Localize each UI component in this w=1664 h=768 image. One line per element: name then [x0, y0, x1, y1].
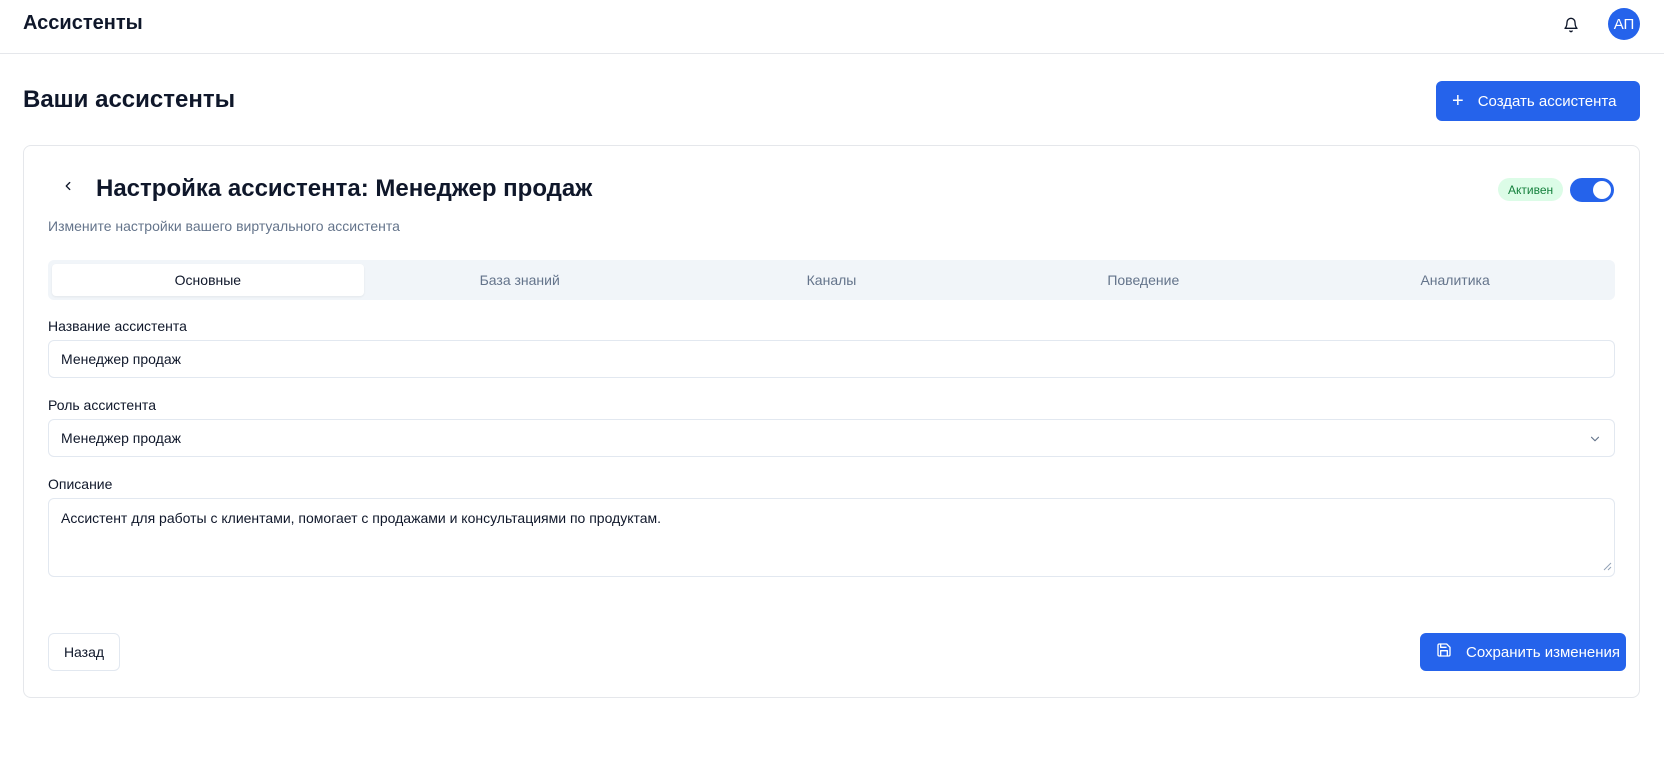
role-select-value: Менеджер продаж [61, 430, 181, 446]
back-button[interactable]: Назад [48, 633, 120, 671]
tab-basic[interactable]: Основные [52, 264, 364, 296]
save-icon [1436, 642, 1452, 662]
save-changes-button[interactable]: Сохранить изменения [1420, 633, 1626, 671]
toggle-knob [1593, 181, 1611, 199]
name-input-value: Менеджер продаж [61, 351, 181, 367]
avatar[interactable]: АП [1608, 8, 1640, 40]
plus-icon: + [1452, 90, 1464, 112]
description-field-label: Описание [48, 476, 113, 492]
tab-bar: Основные База знаний Каналы Поведение Ан… [48, 260, 1615, 300]
assistant-settings-card: Настройка ассистента: Менеджер продаж Из… [23, 145, 1640, 698]
active-toggle[interactable] [1570, 178, 1614, 202]
tab-channels[interactable]: Каналы [676, 264, 988, 296]
tab-analytics[interactable]: Аналитика [1299, 264, 1611, 296]
card-subtitle: Измените настройки вашего виртуального а… [48, 218, 400, 234]
tab-knowledge-base[interactable]: База знаний [364, 264, 676, 296]
create-assistant-label: Создать ассистента [1477, 92, 1617, 110]
role-select[interactable]: Менеджер продаж [48, 419, 1615, 457]
status-badge: Активен [1498, 178, 1564, 201]
page-title: Ваши ассистенты [23, 86, 236, 113]
name-input[interactable]: Менеджер продаж [48, 340, 1615, 378]
app-title: Ассистенты [23, 12, 143, 34]
bell-icon[interactable] [1560, 14, 1582, 36]
role-field-label: Роль ассистента [48, 397, 156, 413]
description-textarea[interactable]: Ассистент для работы с клиентами, помога… [48, 498, 1615, 577]
card-title: Настройка ассистента: Менеджер продаж [96, 175, 593, 202]
resize-grip-icon[interactable] [1602, 558, 1612, 574]
top-bar: Ассистенты АП [0, 0, 1664, 54]
description-value: Ассистент для работы с клиентами, помога… [61, 510, 662, 526]
create-assistant-button[interactable]: + Создать ассистента [1436, 81, 1640, 121]
chevron-left-icon[interactable] [58, 176, 78, 196]
save-changes-label: Сохранить изменения [1466, 643, 1621, 661]
chevron-down-icon [1588, 432, 1602, 449]
tab-behavior[interactable]: Поведение [987, 264, 1299, 296]
name-field-label: Название ассистента [48, 318, 187, 334]
